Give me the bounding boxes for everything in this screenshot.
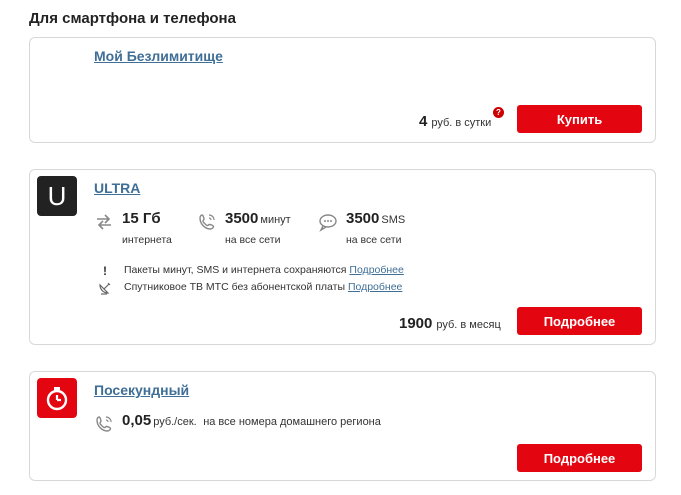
exclamation-icon: ! — [103, 264, 107, 278]
details-button[interactable]: Подробнее — [517, 307, 642, 335]
feature-number: 15 Гб — [122, 210, 161, 227]
satellite-dish-icon — [99, 282, 111, 295]
ultra-logo-letter: U — [47, 180, 67, 211]
posekundny-logo — [37, 378, 77, 418]
feature-number: 3500 — [225, 210, 259, 227]
feature-subtitle: на все номера домашнего региона — [203, 416, 381, 428]
tariff-name-link[interactable]: ULTRA — [94, 180, 140, 196]
tariff-name-link[interactable]: Мой Безлимитище — [94, 48, 223, 64]
tariff-name-link[interactable]: Посекундный — [94, 382, 189, 398]
chat-bubble-icon — [319, 214, 337, 232]
note-packets: ! Пакеты минут, SMS и интернета сохраняю… — [103, 264, 404, 278]
phone-icon — [96, 416, 112, 432]
feature-number: 0,05 — [122, 412, 152, 429]
feature-number: 3500 — [346, 210, 380, 227]
price-unit: руб. в сутки — [431, 117, 492, 129]
price-unit: руб. в месяц — [436, 319, 501, 331]
price-amount: 1900 — [399, 315, 433, 332]
feature-unit: минут — [260, 214, 291, 226]
feature-value: 0,05 руб./сек. на все номера домашнего ре… — [122, 412, 381, 430]
arrows-exchange-icon — [97, 214, 111, 230]
feature-unit: руб./сек. — [153, 416, 197, 428]
details-link[interactable]: Подробнее — [349, 264, 403, 276]
note-text: Спутниковое ТВ МТС без абонентской платы — [124, 281, 346, 293]
price-amount: 4 — [419, 113, 428, 130]
buy-button[interactable]: Купить — [517, 105, 642, 133]
tariff-card-posekundny: Посекундный 0,05 руб./сек. на все номера … — [29, 371, 656, 481]
feature-value: 15 Гб — [122, 210, 163, 228]
feature-unit: SMS — [381, 214, 406, 226]
note-text: Пакеты минут, SMS и интернета сохраняютс… — [124, 264, 347, 276]
stopwatch-icon — [46, 387, 68, 411]
feature-value: 3500 SMS — [346, 210, 405, 228]
phone-icon — [199, 214, 215, 230]
help-icon[interactable]: ? — [493, 107, 504, 118]
feature-subtitle: на все сети — [346, 234, 402, 246]
feature-value: 3500 минут — [225, 210, 291, 228]
feature-subtitle: на все сети — [225, 234, 281, 246]
section-title: Для смартфона и телефона — [29, 10, 236, 27]
price: 1900 руб. в месяц — [399, 315, 501, 332]
note-satellite-tv: Спутниковое ТВ МТС без абонентской платы… — [99, 281, 402, 295]
feature-subtitle: интернета — [122, 234, 172, 246]
tariff-card-ultra: U ULTRA 15 Гб интернета 3500 минут на все… — [29, 169, 656, 345]
tariff-card-moy-bezlimitishche: Мой Безлимитище 4 руб. в сутки ? Купить — [29, 37, 656, 143]
ultra-logo: U — [37, 176, 77, 216]
details-link[interactable]: Подробнее — [348, 281, 402, 293]
details-button[interactable]: Подробнее — [517, 444, 642, 472]
price: 4 руб. в сутки — [419, 113, 491, 130]
